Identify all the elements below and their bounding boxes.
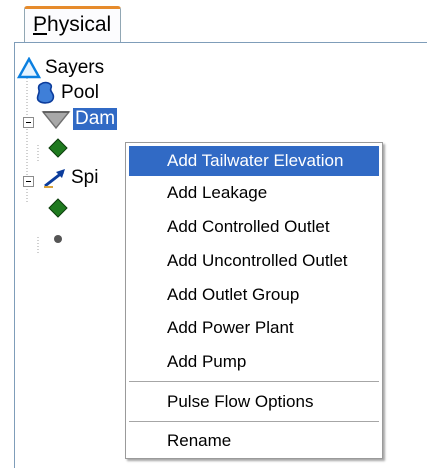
tree-node-sayers[interactable]: Sayers (17, 57, 104, 79)
menu-item-add-power-plant[interactable]: Add Power Plant (129, 313, 379, 343)
context-menu: Add Tailwater Elevation Add Leakage Add … (125, 142, 383, 459)
menu-item-rename[interactable]: Rename (129, 426, 379, 456)
dam-icon (41, 111, 71, 130)
menu-item-add-tailwater-elevation[interactable]: Add Tailwater Elevation (129, 146, 379, 176)
tree-node-pool[interactable]: Pool (35, 81, 99, 105)
menu-separator (129, 421, 379, 422)
tab-physical[interactable]: Physical (24, 6, 121, 42)
tree-node-label: Spi (71, 167, 99, 188)
menu-item-add-outlet-group[interactable]: Add Outlet Group (129, 280, 379, 310)
green-diamond-icon (48, 198, 68, 218)
tree-node-dam-child[interactable] (48, 138, 68, 158)
spillway-arrow-icon (44, 169, 65, 188)
tab-accel-letter: P (33, 13, 48, 36)
menu-item-add-controlled-outlet[interactable]: Add Controlled Outlet (129, 212, 379, 242)
tree-node-spillway-gate[interactable] (52, 233, 64, 245)
menu-separator (129, 381, 379, 382)
menu-item-add-leakage[interactable]: Add Leakage (129, 178, 379, 208)
tab-label-rest: hysical (47, 13, 112, 36)
tree-node-label: Pool (61, 82, 100, 103)
collapse-dam-toggle[interactable] (23, 117, 34, 128)
green-diamond-icon (48, 138, 68, 158)
pool-icon (36, 81, 55, 104)
reservoir-triangle-icon (17, 57, 41, 79)
menu-item-pulse-flow-options[interactable]: Pulse Flow Options (129, 387, 379, 417)
tree-node-spillway[interactable]: Spi (41, 167, 98, 189)
menu-item-add-uncontrolled-outlet[interactable]: Add Uncontrolled Outlet (129, 246, 379, 276)
tree-node-label-selected: Dam (73, 108, 118, 130)
collapse-spillway-toggle[interactable] (23, 176, 34, 187)
menu-item-add-pump[interactable]: Add Pump (129, 347, 379, 377)
tree-node-label: Sayers (45, 57, 105, 78)
gray-dot-icon (54, 235, 62, 243)
tree-node-dam[interactable]: Dam (41, 108, 118, 130)
tree-node-spillway-child[interactable] (48, 198, 68, 218)
